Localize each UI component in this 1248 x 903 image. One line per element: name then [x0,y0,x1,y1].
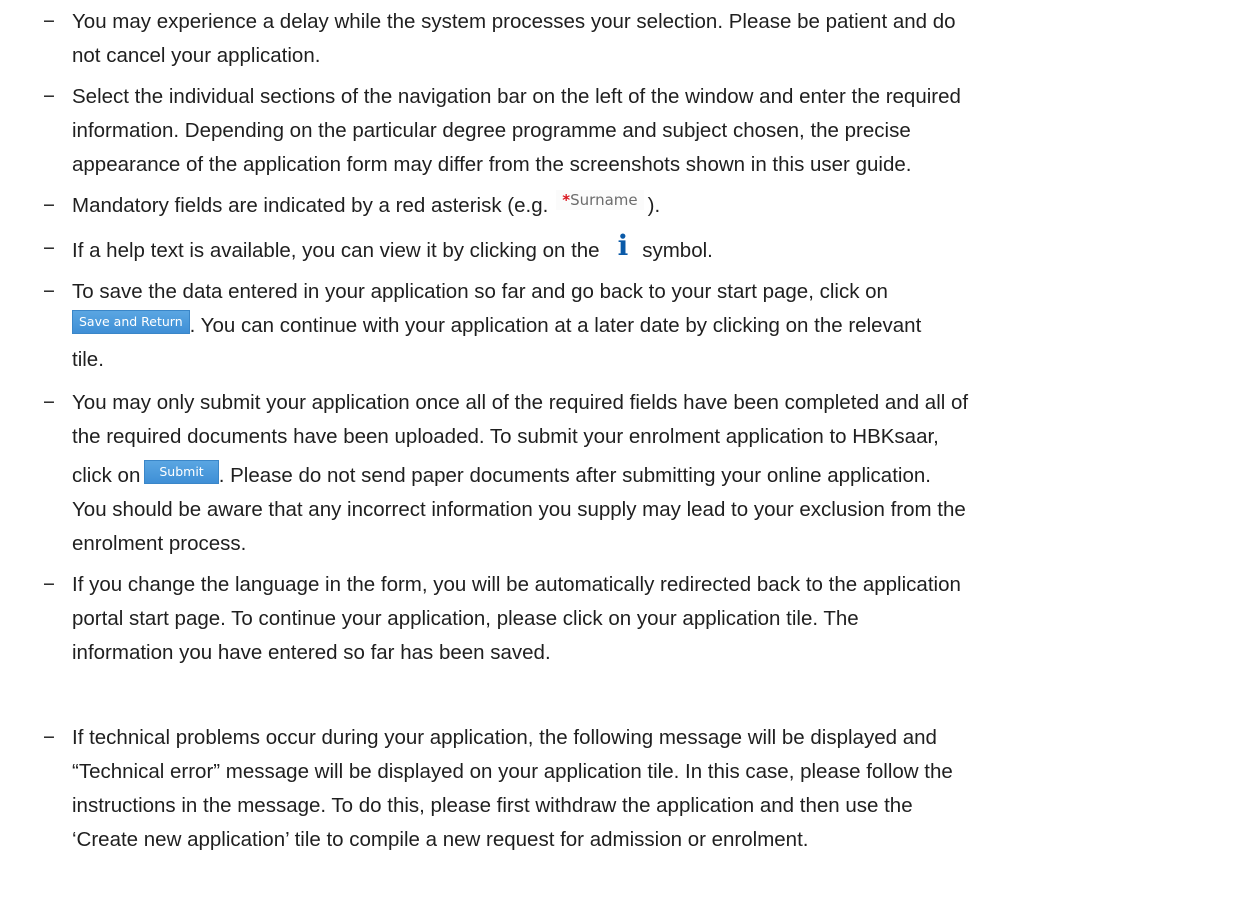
list-item-text: Mandatory fields are indicated by a red … [72,194,549,217]
list-item-text: portal start page. To continue your appl… [72,607,859,630]
list-item-text: Select the individual sections of the na… [72,85,961,108]
list-item: − If you change the language in the form… [0,568,1248,670]
list-item-text: “Technical error” message will be displa… [72,760,953,783]
list-item-text: ‘Create new application’ tile to compile… [72,828,809,851]
sample-submit-button: Submit [144,460,219,484]
list-item: − You may experience a delay while the s… [0,5,1248,73]
list-item: − Mandatory fields are indicated by a re… [0,189,1248,223]
list-item: − If technical problems occur during you… [0,721,1248,857]
list-item-text: instructions in the message. To do this,… [72,794,913,817]
list-item: − To save the data entered in your appli… [0,275,1248,377]
info-icon: i [617,229,629,262]
sample-save-and-return-button: Save and Return [72,310,190,334]
list-item-text: If a help text is available, you can vie… [72,239,600,262]
list-item-text: enrolment process. [72,532,247,555]
list-item-text: To save the data entered in your applica… [72,280,888,303]
list-item-text: . You can continue with your application… [189,314,922,337]
list-item: − You may only submit your application o… [0,386,1248,556]
list-item-text: appearance of the application form may d… [72,153,912,176]
list-item-text: information you have entered so far has … [72,641,551,664]
sample-mandatory-field-label: *Surname [556,190,644,210]
list-item: − If a help text is available, you can v… [0,232,1248,266]
list-item-text: If technical problems occur during your … [72,726,937,749]
list-item-text: You may only submit your application onc… [72,391,969,414]
list-bullet: − [43,85,55,108]
list-item-text: tile. [72,348,104,371]
list-item-text: symbol. [642,239,713,262]
list-bullet: − [43,573,55,596]
list-item: − Select the individual sections of the … [0,80,1248,182]
list-item-text: information. Depending on the particular… [72,119,911,142]
list-item-text: . Please do not send paper documents aft… [218,464,931,487]
list-bullet: − [43,391,55,414]
list-bullet: − [43,237,55,260]
list-item-text: not cancel your application. [72,44,321,67]
list-bullet: − [43,280,55,303]
list-item-text: the required documents have been uploade… [72,425,939,448]
list-bullet: − [43,10,55,33]
list-item-text: You may experience a delay while the sys… [72,10,956,33]
list-bullet: − [43,194,55,217]
required-asterisk: * [562,191,571,209]
list-item-text: If you change the language in the form, … [72,573,961,596]
list-bullet: − [43,726,55,749]
list-item-text: ). [647,194,661,217]
list-item-text: You should be aware that any incorrect i… [72,498,966,521]
list-item-text: click on [72,464,141,487]
